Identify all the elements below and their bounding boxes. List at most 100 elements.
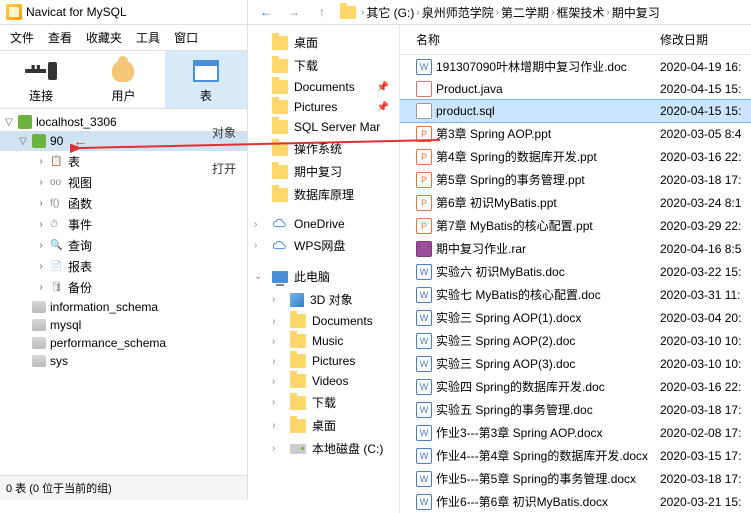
navicat-toolbar: 连接 用户 表 <box>0 51 247 109</box>
folder-icon <box>272 142 288 156</box>
side-tab-objects[interactable]: 对象 <box>212 120 236 146</box>
menu-fav[interactable]: 收藏夹 <box>86 29 122 46</box>
file-date: 2020-03-18 17: <box>660 472 751 486</box>
file-name: 实验五 Spring的事务管理.doc <box>436 401 593 418</box>
cloud-icon <box>272 239 288 253</box>
doc-file-icon: W <box>416 402 432 418</box>
tree-node-表[interactable]: ›📋表 <box>0 151 247 172</box>
file-row[interactable]: W实验四 Spring的数据库开发.doc2020-03-16 22: <box>400 375 751 398</box>
side-tab-open[interactable]: 打开 <box>212 156 236 182</box>
folder-icon <box>290 396 306 410</box>
ppt-file-icon: P <box>416 149 432 165</box>
ppt-file-icon: P <box>416 126 432 142</box>
col-name[interactable]: 名称 <box>400 31 660 48</box>
tree-connection[interactable]: ▽ localhost_3306 <box>0 113 247 131</box>
file-row[interactable]: P第7章 MyBatis的核心配置.ppt2020-03-29 22: <box>400 214 751 237</box>
file-row[interactable]: W实验五 Spring的事务管理.doc 2020-03-18 17: <box>400 398 751 421</box>
sidebar-pc-桌面[interactable]: ›桌面 <box>248 414 399 437</box>
node-icon: oo <box>50 177 64 189</box>
tree-db-mysql[interactable]: mysql <box>0 316 247 334</box>
tree-node-事件[interactable]: ›⏱事件 <box>0 214 247 235</box>
tree-node-函数[interactable]: ›f()函数 <box>0 193 247 214</box>
menu-file[interactable]: 文件 <box>10 29 34 46</box>
tree-db-sys[interactable]: sys <box>0 352 247 370</box>
sidebar-WPS网盘[interactable]: ›WPS网盘 <box>248 234 399 257</box>
drive-icon <box>290 444 306 454</box>
folder-icon <box>290 334 306 348</box>
file-row[interactable]: W191307090叶林增期中复习作业.doc2020-04-19 16: <box>400 55 751 78</box>
nav-back-button[interactable]: ← <box>254 0 278 24</box>
bc-4[interactable]: 期中复习 <box>612 4 660 21</box>
menu-view[interactable]: 查看 <box>48 29 72 46</box>
sidebar-pc-下载[interactable]: ›下载 <box>248 391 399 414</box>
sidebar-item-Pictures[interactable]: Pictures📌 <box>248 97 399 117</box>
file-name: 实验三 Spring AOP(3).doc <box>436 355 575 372</box>
file-date: 2020-03-10 10: <box>660 357 751 371</box>
col-date[interactable]: 修改日期 <box>660 31 751 48</box>
sidebar-pc-Pictures[interactable]: ›Pictures <box>248 351 399 371</box>
file-row[interactable]: W作业6---第6章 初识MyBatis.docx2020-03-21 15: <box>400 490 751 513</box>
sidebar-pc-Videos[interactable]: ›Videos <box>248 371 399 391</box>
sidebar-pc-3D 对象[interactable]: ›3D 对象 <box>248 288 399 311</box>
file-row[interactable]: W实验七 MyBatis的核心配置.doc2020-03-31 11: <box>400 283 751 306</box>
sidebar-item-SQL Server Mar[interactable]: SQL Server Mar <box>248 117 399 137</box>
menu-window[interactable]: 窗口 <box>174 29 198 46</box>
nav-up-button[interactable]: ↑ <box>310 0 334 24</box>
tree-node-查询[interactable]: ›🔍查询 <box>0 235 247 256</box>
file-row[interactable]: P第4章 Spring的数据库开发.ppt2020-03-16 22: <box>400 145 751 168</box>
file-row[interactable]: W实验三 Spring AOP(2).doc2020-03-10 10: <box>400 329 751 352</box>
file-row[interactable]: W作业5---第5章 Spring的事务管理.docx2020-03-18 17… <box>400 467 751 490</box>
bc-1[interactable]: 泉州师范学院 <box>422 4 494 21</box>
database-icon <box>32 319 46 331</box>
tree-db-90[interactable]: ▽ 90 ← <box>0 131 247 151</box>
sidebar-item-数据库原理[interactable]: 数据库原理 <box>248 183 399 206</box>
file-row[interactable]: W实验三 Spring AOP(3).doc 2020-03-10 10: <box>400 352 751 375</box>
sidebar-item-下载[interactable]: 下载 <box>248 54 399 77</box>
file-row[interactable]: product.sql2020-04-15 15: <box>400 100 751 122</box>
file-row[interactable]: 期中复习作业.rar2020-04-16 8:5 <box>400 237 751 260</box>
doc-file-icon: W <box>416 310 432 326</box>
bc-2[interactable]: 第二学期 <box>501 4 549 21</box>
sidebar-pc-Music[interactable]: ›Music <box>248 331 399 351</box>
file-name: 第7章 MyBatis的核心配置.ppt <box>436 217 593 234</box>
doc-file-icon: W <box>416 356 432 372</box>
explorer-panel: ← → ↑ › 其它 (G:)› 泉州师范学院› 第二学期› 框架技术› 期中复… <box>248 0 751 500</box>
sidebar-item-期中复习[interactable]: 期中复习 <box>248 160 399 183</box>
file-row[interactable]: Product.java2020-04-15 15: <box>400 78 751 100</box>
tool-table[interactable]: 表 <box>165 51 247 108</box>
file-row[interactable]: W实验六 初识MyBatis.doc2020-03-22 15: <box>400 260 751 283</box>
sidebar-pc-本地磁盘 (C:)[interactable]: ›本地磁盘 (C:) <box>248 437 399 460</box>
bc-3[interactable]: 框架技术 <box>556 4 604 21</box>
ppt-file-icon: P <box>416 218 432 234</box>
sidebar-item-桌面[interactable]: 桌面 <box>248 31 399 54</box>
tool-user[interactable]: 用户 <box>82 51 164 108</box>
file-row[interactable]: W作业4---第4章 Spring的数据库开发.docx2020-03-15 1… <box>400 444 751 467</box>
doc-file-icon: W <box>416 425 432 441</box>
tool-connection[interactable]: 连接 <box>0 51 82 108</box>
sidebar-OneDrive[interactable]: ›OneDrive <box>248 214 399 234</box>
file-row[interactable]: P第3章 Spring AOP.ppt2020-03-05 8:4 <box>400 122 751 145</box>
file-row[interactable]: W作业3---第3章 Spring AOP.docx2020-02-08 17: <box>400 421 751 444</box>
folder-icon <box>272 165 288 179</box>
tree-db-performance_schema[interactable]: performance_schema <box>0 334 247 352</box>
nav-forward-button[interactable]: → <box>282 0 306 24</box>
file-row[interactable]: P第6章 初识MyBatis.ppt2020-03-24 8:1 <box>400 191 751 214</box>
file-row[interactable]: W实验三 Spring AOP(1).docx2020-03-04 20: <box>400 306 751 329</box>
sidebar-item-操作系统[interactable]: 操作系统 <box>248 137 399 160</box>
tree-node-报表[interactable]: ›📄报表 <box>0 256 247 277</box>
node-icon: 🛢 <box>50 282 64 294</box>
node-icon: 📋 <box>50 156 64 168</box>
sidebar-pc-Documents[interactable]: ›Documents <box>248 311 399 331</box>
breadcrumb[interactable]: › 其它 (G:)› 泉州师范学院› 第二学期› 框架技术› 期中复习 <box>340 4 660 21</box>
tree-db-information_schema[interactable]: information_schema <box>0 298 247 316</box>
file-row[interactable]: P第5章 Spring的事务管理.ppt2020-03-18 17: <box>400 168 751 191</box>
tree-node-视图[interactable]: ›oo视图 <box>0 172 247 193</box>
file-date: 2020-03-18 17: <box>660 403 751 417</box>
file-date: 2020-04-19 16: <box>660 60 751 74</box>
sidebar-item-Documents[interactable]: Documents📌 <box>248 77 399 97</box>
bc-drive[interactable]: 其它 (G:) <box>366 4 414 21</box>
tree-node-备份[interactable]: ›🛢备份 <box>0 277 247 298</box>
sidebar-this-pc[interactable]: ⌄ 此电脑 <box>248 265 399 288</box>
menu-tools[interactable]: 工具 <box>136 29 160 46</box>
cube-icon <box>290 293 304 307</box>
